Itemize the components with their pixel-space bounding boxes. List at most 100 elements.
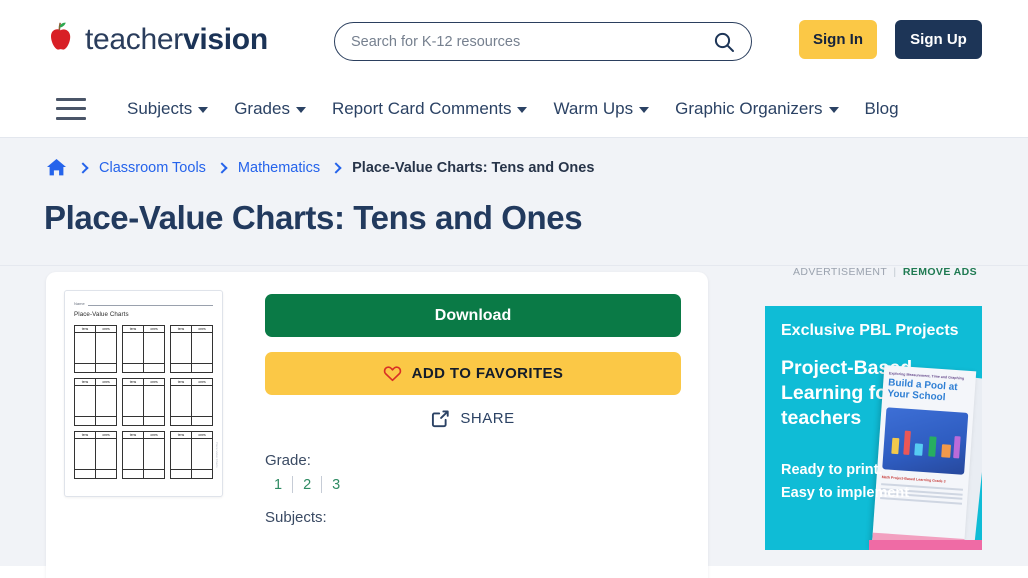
breadcrumb-item-mathematics[interactable]: Mathematics bbox=[238, 160, 320, 176]
thumbnail-table-grid: tens ones tens ones tens ones tens ones tens… bbox=[74, 325, 213, 479]
resource-card: Name Place-Value Charts tens ones tens one… bbox=[46, 272, 708, 578]
thumbnail-column: Name Place-Value Charts tens ones tens one… bbox=[46, 272, 223, 578]
site-logo[interactable]: teachervision bbox=[42, 21, 268, 59]
pv-header-ones: ones bbox=[198, 433, 206, 437]
pv-header-ones: ones bbox=[150, 433, 158, 437]
advertisement-panel: ADVERTISEMENT | REMOVE ADS Exclusive PBL… bbox=[765, 266, 1005, 550]
pv-header-ones: ones bbox=[198, 327, 206, 331]
nav-label: Grades bbox=[234, 98, 290, 118]
pv-header-tens: tens bbox=[171, 379, 192, 385]
pv-header-ones: ones bbox=[102, 327, 110, 331]
breadcrumb-item-classroom-tools[interactable]: Classroom Tools bbox=[99, 160, 206, 176]
place-value-table: tens ones bbox=[170, 431, 213, 479]
booklet-title: Build a Pool at Your School bbox=[887, 377, 958, 403]
pv-header-tens: tens bbox=[171, 432, 192, 438]
search-submit-button[interactable] bbox=[711, 29, 737, 55]
place-value-table: tens ones bbox=[170, 325, 213, 373]
remove-ads-link[interactable]: REMOVE ADS bbox=[903, 266, 977, 278]
pv-header-tens: tens bbox=[171, 326, 192, 332]
apple-icon bbox=[51, 22, 71, 50]
pv-header-ones: ones bbox=[102, 433, 110, 437]
logo-text-teacher: teacher bbox=[85, 23, 183, 56]
favorites-label: ADD TO FAVORITES bbox=[411, 365, 564, 382]
nav-label: Subjects bbox=[127, 98, 193, 118]
chevron-down-icon bbox=[828, 107, 839, 113]
advertisement-label: ADVERTISEMENT bbox=[792, 266, 888, 278]
hamburger-bar bbox=[56, 107, 86, 110]
hamburger-bar bbox=[56, 97, 86, 101]
ad-line-1: Ready to print. bbox=[781, 462, 883, 478]
subjects-label: Subjects: bbox=[265, 509, 327, 526]
hamburger-icon[interactable] bbox=[56, 97, 86, 120]
resource-actions: Download ADD TO FAVORITES SHARE Grade: 1 bbox=[223, 272, 708, 578]
ad-booklet-image: Exploring Measurement, Time and Graphing… bbox=[871, 365, 977, 550]
download-button[interactable]: Download bbox=[265, 294, 681, 337]
advertisement-creative[interactable]: Exclusive PBL Projects Project-Based Lea… bbox=[765, 306, 982, 550]
pv-header-ones: ones bbox=[102, 380, 110, 384]
pv-header-tens: tens bbox=[75, 432, 96, 438]
nav-label: Report Card Comments bbox=[331, 98, 512, 118]
main-navigation: Subjects Grades Report Card Comments War… bbox=[0, 80, 1028, 138]
place-value-table: tens ones bbox=[170, 378, 213, 426]
nav-label: Blog bbox=[864, 98, 899, 118]
pv-header-tens: tens bbox=[123, 432, 144, 438]
search-input[interactable] bbox=[351, 33, 711, 50]
thumbnail-name-line: Name bbox=[74, 301, 213, 306]
sign-up-button[interactable]: Sign Up bbox=[895, 20, 982, 59]
chevron-down-icon bbox=[517, 107, 528, 113]
nav-label: Warm Ups bbox=[553, 98, 634, 118]
grade-link-2[interactable]: 2 bbox=[293, 477, 321, 493]
advertisement-separator: | bbox=[893, 266, 897, 278]
chevron-right-icon bbox=[77, 161, 89, 174]
breadcrumb-item-current: Place-Value Charts: Tens and Ones bbox=[352, 159, 595, 176]
pv-header-tens: tens bbox=[75, 379, 96, 385]
breadcrumb: Classroom Tools Mathematics Place-Value … bbox=[0, 158, 1028, 177]
nav-item-graphic-organizers[interactable]: Graphic Organizers bbox=[662, 99, 851, 119]
share-icon bbox=[432, 410, 450, 428]
grade-link-3[interactable]: 3 bbox=[322, 477, 350, 493]
nav-item-warm-ups[interactable]: Warm Ups bbox=[540, 99, 662, 119]
logo-wordmark: teachervision bbox=[85, 23, 268, 57]
nav-label: Graphic Organizers bbox=[675, 98, 823, 118]
search-bar[interactable] bbox=[334, 22, 752, 61]
chevron-down-icon bbox=[295, 107, 306, 113]
chevron-right-icon bbox=[216, 161, 228, 174]
share-button[interactable]: SHARE bbox=[265, 409, 681, 428]
thumbnail-name-label: Name bbox=[74, 301, 85, 306]
ad-line-2: Easy to implement bbox=[781, 485, 910, 502]
share-label: SHARE bbox=[460, 410, 515, 427]
heart-icon bbox=[383, 366, 401, 382]
ad-bottom-accent bbox=[869, 540, 982, 550]
pv-header-tens: tens bbox=[123, 379, 144, 385]
sign-in-button[interactable]: Sign In bbox=[799, 20, 877, 59]
pv-header-ones: ones bbox=[198, 380, 206, 384]
grade-link-1[interactable]: 1 bbox=[274, 477, 292, 493]
home-icon[interactable] bbox=[46, 158, 67, 177]
grade-links: 1 2 3 bbox=[265, 476, 684, 493]
place-value-table: tens ones bbox=[122, 378, 165, 426]
page-header-band: Classroom Tools Mathematics Place-Value … bbox=[0, 138, 1028, 266]
logo-text-vision: vision bbox=[182, 23, 268, 56]
place-value-table: tens ones bbox=[74, 325, 117, 373]
nav-item-subjects[interactable]: Subjects bbox=[114, 99, 221, 119]
thumbnail-title: Place-Value Charts bbox=[74, 311, 129, 318]
nav-item-report-card-comments[interactable]: Report Card Comments bbox=[319, 99, 541, 119]
resource-thumbnail[interactable]: Name Place-Value Charts tens ones tens one… bbox=[64, 290, 223, 497]
thumbnail-name-rule bbox=[87, 301, 213, 306]
grade-label: Grade: bbox=[265, 452, 311, 469]
page-title: Place-Value Charts: Tens and Ones bbox=[44, 199, 583, 236]
nav-item-blog[interactable]: Blog bbox=[852, 99, 912, 119]
site-header: teachervision Sign In Sign Up bbox=[0, 0, 1028, 80]
pv-header-ones: ones bbox=[150, 380, 158, 384]
pv-header-tens: tens bbox=[75, 326, 96, 332]
auth-buttons: Sign In Sign Up bbox=[799, 20, 982, 59]
main-content: Name Place-Value Charts tens ones tens one… bbox=[0, 266, 1028, 578]
nav-item-grades[interactable]: Grades bbox=[221, 99, 319, 119]
place-value-table: tens ones bbox=[74, 431, 117, 479]
chevron-right-icon bbox=[330, 161, 342, 174]
hamburger-bar bbox=[56, 116, 86, 120]
thumbnail-side-code: Place-Value Charts bbox=[215, 442, 219, 468]
add-to-favorites-button[interactable]: ADD TO FAVORITES bbox=[265, 352, 681, 395]
pv-header-ones: ones bbox=[150, 327, 158, 331]
pv-header-tens: tens bbox=[123, 326, 144, 332]
